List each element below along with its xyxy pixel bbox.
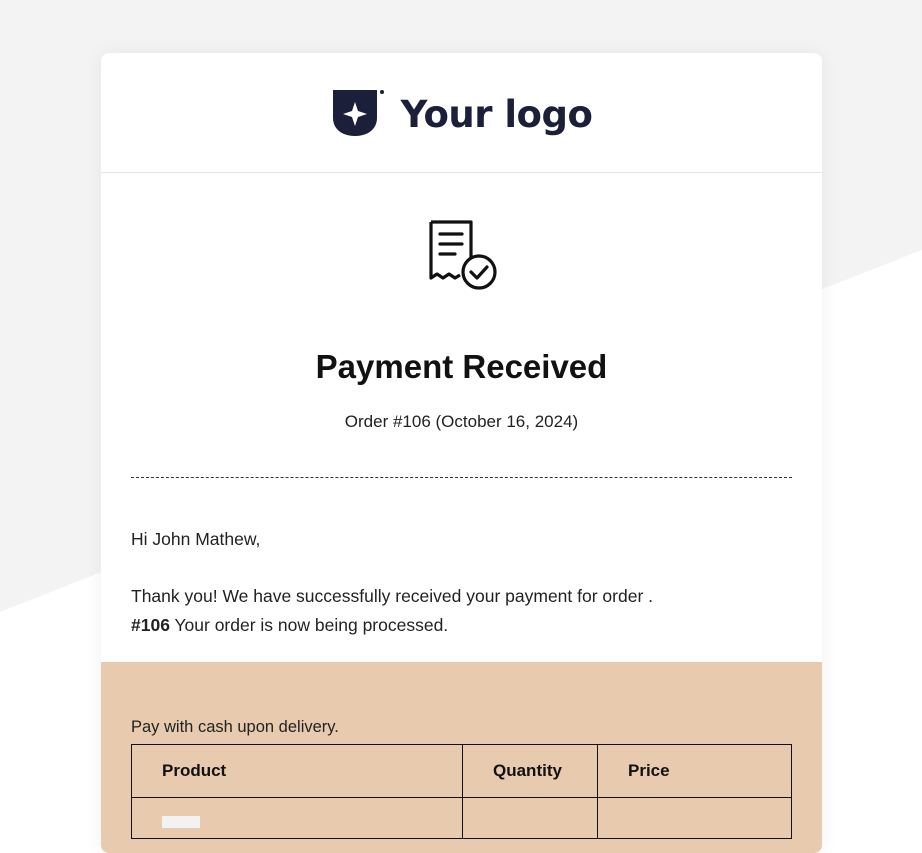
shield-star-icon (332, 89, 384, 136)
logo-text: Your logo (400, 93, 593, 136)
table-row (131, 797, 792, 839)
confirmation-message: Thank you! We have successfully received… (131, 582, 792, 640)
greeting-text: Hi John Mathew, (131, 529, 261, 549)
receipt-check-icon (428, 220, 497, 290)
message-text-1: Thank you! We have successfully received… (131, 586, 654, 606)
order-items-table: Product Quantity Price (131, 744, 792, 839)
order-number: #106 (131, 615, 170, 635)
order-summary: Order #106 (October 16, 2024) (344, 412, 579, 431)
message-body: Hi John Mathew, Thank you! We have succe… (101, 525, 822, 640)
price-cell (597, 797, 792, 839)
message-text-2: Your order is now being processed. (169, 615, 449, 635)
table-header-row: Product Quantity Price (131, 744, 792, 798)
column-header-quantity: Quantity (462, 744, 598, 798)
email-card: Your logo Payment Received Order #106 (O… (101, 53, 822, 853)
column-header-price: Price (597, 744, 792, 798)
page-title: Payment Received (315, 348, 608, 385)
product-cell (131, 797, 463, 839)
quantity-cell (462, 797, 598, 839)
logo-header: Your logo (101, 53, 822, 173)
dashed-divider (131, 477, 792, 478)
hero-section: Payment Received Order #106 (October 16,… (101, 218, 822, 432)
product-thumbnail (162, 815, 200, 828)
column-header-product: Product (131, 744, 463, 798)
payment-section: Pay with cash upon delivery. Product Qua… (101, 662, 822, 853)
payment-method-note: Pay with cash upon delivery. (131, 718, 339, 736)
